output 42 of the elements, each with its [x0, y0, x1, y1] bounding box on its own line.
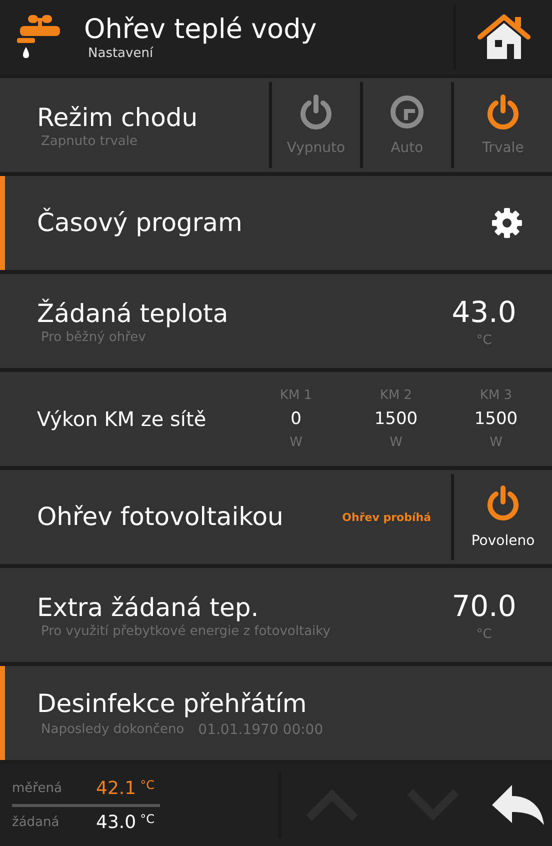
row-subtitle: Pro běžný ohřev: [41, 330, 147, 344]
power-value: 1500: [474, 409, 518, 429]
row-title: Výkon KM ze sítě: [37, 406, 208, 433]
value-text[interactable]: 70.0: [452, 588, 516, 622]
clock-icon: [389, 94, 425, 130]
unit-label: W: [490, 435, 502, 450]
reading-value: 43.0: [96, 812, 136, 832]
row-title: Časový program: [37, 207, 244, 239]
toggle-button[interactable]: Povoleno: [454, 470, 552, 564]
page-title: Ohřev teplé vody: [84, 14, 318, 46]
reading-value: 42.1: [96, 778, 136, 798]
power-icon: [485, 94, 521, 130]
reading-label: žádaná: [12, 814, 60, 830]
column-label: KM 3: [480, 388, 512, 403]
status-text: Ohřev probíhá: [342, 510, 431, 524]
unit-label: W: [390, 435, 402, 450]
row-title: Žádaná teplota: [37, 298, 230, 330]
unit-label: °C: [140, 812, 154, 826]
unit-label: °C: [140, 778, 154, 792]
unit-label: °C: [476, 626, 492, 642]
row-title: Desinfekce přehřátím: [37, 688, 308, 720]
column-label: KM 1: [280, 388, 312, 403]
power-value: 0: [290, 409, 302, 429]
settings-icon[interactable]: [490, 206, 524, 240]
unit-label: W: [290, 435, 302, 450]
row-subtitle: Pro využití přebytkové energie z fotovoltaiky: [41, 624, 332, 638]
unit-label: °C: [476, 332, 492, 348]
row-title: Režim chodu: [37, 102, 199, 134]
page-subtitle: Nastavení: [88, 46, 154, 60]
row-title: Extra žádaná tep.: [37, 592, 260, 624]
row-title: Ohřev fotovoltaikou: [37, 501, 284, 533]
value-text[interactable]: 43.0: [452, 294, 516, 328]
back-arrow-icon: [490, 783, 546, 827]
row-subtitle: Naposledy dokončeno: [41, 722, 184, 738]
home-icon: [477, 13, 531, 61]
date-text: 01.01.1970 00:00: [198, 722, 324, 738]
row-subtitle: Zapnuto trvale: [41, 134, 138, 148]
power-value: 1500: [374, 409, 418, 429]
power-icon: [485, 485, 521, 521]
reading-label: měřená: [12, 780, 63, 796]
power-icon: [298, 94, 334, 130]
column-label: KM 2: [380, 388, 412, 403]
